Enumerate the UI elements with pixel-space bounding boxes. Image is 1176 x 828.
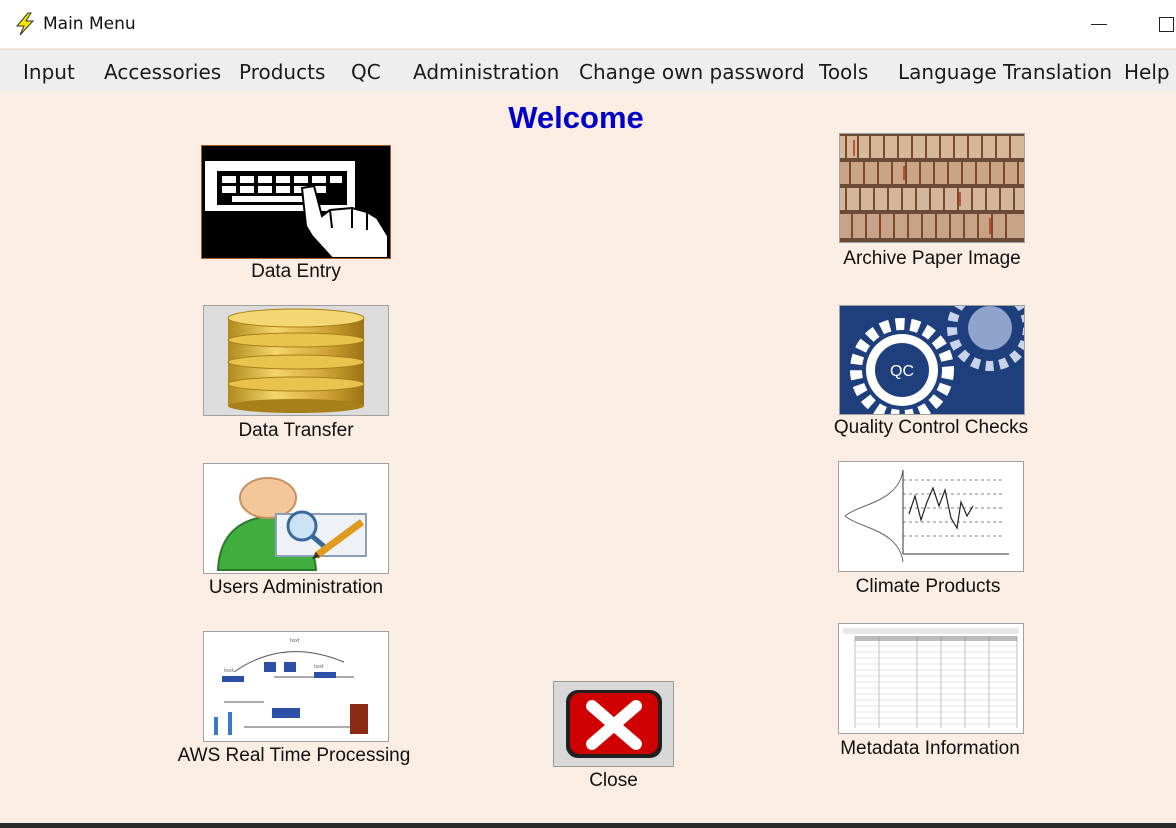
maximize-button[interactable]	[1150, 10, 1176, 38]
metadata-information-label: Metadata Information	[840, 738, 1020, 759]
user-admin-icon[interactable]	[203, 463, 389, 574]
aws-real-time-processing-label: AWS Real Time Processing	[177, 745, 411, 766]
svg-text:text: text	[314, 664, 324, 670]
data-entry-label: Data Entry	[251, 261, 341, 282]
menu-change-own-password[interactable]: Change own password	[579, 60, 805, 84]
minimize-button[interactable]	[1082, 10, 1118, 38]
climate-products-label: Climate Products	[855, 576, 1001, 597]
svg-text:text: text	[290, 638, 300, 644]
svg-text:text: text	[224, 668, 234, 674]
close-label: Close	[589, 770, 638, 791]
users-administration-label: Users Administration	[208, 577, 384, 598]
window-title: Main Menu	[43, 14, 136, 34]
aws-diagram-icon[interactable]: text text text	[203, 631, 389, 742]
qc-gear-icon[interactable]: QC	[839, 305, 1025, 415]
welcome-heading: Welcome	[508, 100, 644, 135]
menu-language-translation[interactable]: Language Translation	[898, 60, 1112, 84]
taskbar-edge	[0, 823, 1176, 828]
database-icon[interactable]	[203, 305, 389, 416]
close-x-icon[interactable]	[553, 681, 674, 767]
archive-paper-image-label: Archive Paper Image	[843, 248, 1021, 269]
menu-tools[interactable]: Tools	[819, 60, 868, 84]
qc-badge-text: QC	[890, 363, 914, 380]
menu-products[interactable]: Products	[239, 60, 325, 84]
paper-archive-icon[interactable]	[839, 133, 1025, 243]
data-transfer-label: Data Transfer	[238, 420, 354, 441]
metadata-table-icon[interactable]	[838, 623, 1024, 734]
menu-bar: Input Accessories Products QC Administra…	[0, 49, 1176, 91]
menu-administration[interactable]: Administration	[413, 60, 559, 84]
menu-qc[interactable]: QC	[351, 60, 381, 84]
lightning-icon	[15, 12, 35, 36]
climate-chart-icon[interactable]	[838, 461, 1024, 572]
menu-accessories[interactable]: Accessories	[104, 60, 221, 84]
menu-input[interactable]: Input	[23, 60, 75, 84]
menu-help[interactable]: Help	[1124, 60, 1170, 84]
keyboard-hand-icon[interactable]	[201, 145, 391, 259]
quality-control-checks-label: Quality Control Checks	[833, 417, 1029, 438]
title-bar: Main Menu	[0, 0, 1176, 48]
